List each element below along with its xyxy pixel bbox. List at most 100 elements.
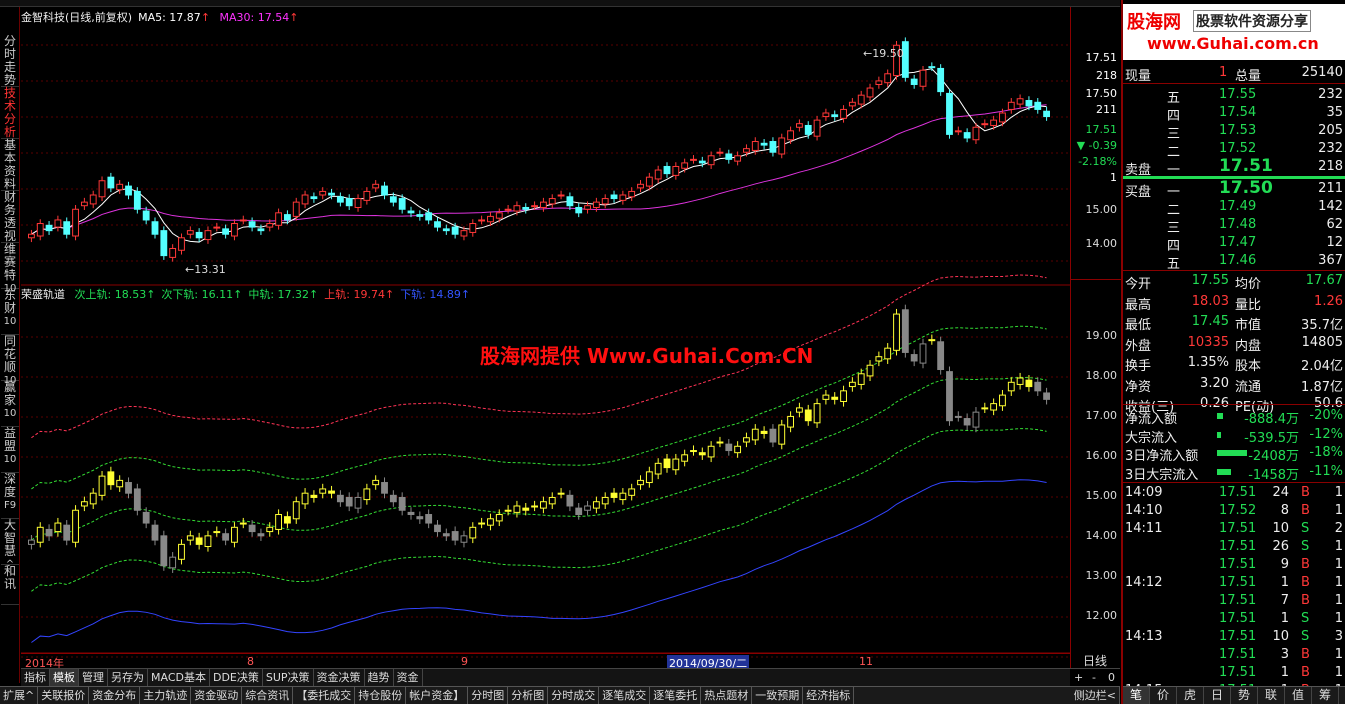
indicator-tab[interactable]: 指标 — [21, 669, 50, 686]
indicator-tab[interactable]: 管理 — [79, 669, 108, 686]
candle-body — [637, 183, 644, 189]
indicator-tab[interactable]: 资金决策 — [314, 669, 365, 686]
quote-tab[interactable]: 联 — [1258, 687, 1285, 704]
band-candle-body — [548, 496, 556, 505]
stat-value: 17.45 — [1191, 314, 1229, 329]
tick-count: 3 — [1334, 629, 1343, 644]
indicator-tab[interactable]: DDE决策 — [210, 669, 263, 686]
candle-body — [80, 201, 88, 207]
axis-divider — [1071, 279, 1121, 280]
candle-body — [460, 230, 468, 237]
band-candle-body — [239, 522, 247, 525]
band-candle-body — [381, 482, 388, 494]
tick-volume: 10 — [1272, 629, 1289, 644]
tick-volume: 1 — [1280, 611, 1289, 626]
indicator-tab[interactable]: 趋势 — [365, 669, 394, 686]
indicator-legend-item: 下轨: 14.89↑ — [400, 288, 471, 301]
bottom-toolbar-item[interactable]: 扩展^ — [0, 687, 39, 704]
quote-tab[interactable]: 笔 — [1123, 687, 1150, 704]
tick-price: 17.51 — [1219, 485, 1257, 500]
zoom-in-button[interactable]: + — [1074, 671, 1083, 684]
band-candle-body — [919, 343, 927, 364]
flow-bar — [1217, 413, 1223, 419]
bottom-toolbar-item[interactable]: 【委托成交 — [293, 687, 356, 704]
tick-volume: 26 — [1272, 539, 1289, 554]
bottom-toolbar-item[interactable]: 分时图 — [468, 687, 509, 704]
flow-value: -539.5万 — [1244, 430, 1299, 446]
nav-item-11[interactable]: 和讯 — [1, 565, 19, 605]
tick-row: 17.51 7 B 1 — [1123, 592, 1345, 610]
tick-volume: 1 — [1280, 665, 1289, 680]
bid-row: 五 17.46 367 — [1123, 252, 1345, 272]
nav-item-6[interactable]: 同花顺 10 — [1, 335, 19, 386]
indicator-tab[interactable]: SUP决策 — [263, 669, 314, 686]
bottom-toolbar-item[interactable]: 经济指标 — [803, 687, 855, 704]
upper-axis-label: 17.51 — [1085, 51, 1118, 64]
band-candle-body — [857, 373, 865, 385]
zoom-reset-button[interactable]: 0 — [1108, 671, 1115, 684]
bottom-toolbar-item[interactable]: 主力轨迹 — [140, 687, 192, 704]
candle-body — [743, 148, 750, 153]
bottom-toolbar-item[interactable]: 帐户资金】 — [406, 687, 469, 704]
bottom-toolbar-item[interactable]: 分析图 — [508, 687, 549, 704]
quote-tab[interactable]: 势 — [1231, 687, 1258, 704]
indicator-tab[interactable]: 另存为 — [108, 669, 148, 686]
bottom-toolbar-item[interactable]: 资金分布 — [89, 687, 141, 704]
bottom-toolbar-item[interactable]: 一致预期 — [752, 687, 804, 704]
kline-chart-svg — [21, 37, 1070, 658]
kline-chart-area[interactable]: 金智科技(日线,前复权) MA5: 17.87↑ MA30: 17.54↑ 荣盛轨… — [21, 7, 1070, 671]
candle-body — [672, 165, 680, 176]
stat-value: 2.04亿 — [1301, 359, 1343, 374]
nav-item-1[interactable]: 技术分析 — [1, 87, 19, 139]
nav-item-9[interactable]: 深度 F9 — [1, 473, 19, 519]
quote-tab[interactable]: 虎 — [1177, 687, 1204, 704]
flow-bar — [1217, 431, 1221, 438]
zoom-out-button[interactable]: - — [1092, 671, 1096, 684]
upper-axis-label: 17.51 — [1085, 123, 1118, 136]
quote-tab[interactable]: 值 — [1285, 687, 1312, 704]
candle-body — [928, 66, 936, 69]
band-candle-body — [248, 524, 256, 533]
indicator-tab[interactable]: 模板 — [50, 669, 79, 686]
nav-item-4[interactable]: 维赛特 10 — [1, 243, 19, 294]
nav-item-7[interactable]: 赢家 10 — [1, 381, 19, 427]
quote-tab[interactable]: 筹 — [1312, 687, 1339, 704]
nav-item-8[interactable]: 益盟 10 — [1, 427, 19, 473]
band-candle-body — [213, 531, 221, 534]
indicator-legend-item: 中轨: 17.32↑ — [248, 288, 319, 301]
bottom-toolbar-item[interactable]: 热点题材 — [701, 687, 753, 704]
bottom-toolbar-item[interactable]: 逐笔成交 — [599, 687, 651, 704]
nav-item-5[interactable]: 东财 10 — [1, 289, 19, 335]
quote-tab[interactable]: 日 — [1204, 687, 1231, 704]
band-candle-body — [345, 496, 353, 507]
nav-item-2[interactable]: 基本资料 — [1, 139, 19, 191]
quote-tab[interactable]: 价 — [1150, 687, 1177, 704]
band-candle-body — [963, 418, 971, 426]
tick-volume: 10 — [1272, 521, 1289, 536]
tick-time: 14:13 — [1125, 629, 1163, 644]
current-volume-value: 1 — [1219, 65, 1228, 80]
tick-side: B — [1301, 557, 1310, 572]
bottom-toolbar-item[interactable]: 侧边栏< — [1071, 687, 1120, 704]
bottom-toolbar-item[interactable]: 资金驱动 — [191, 687, 243, 704]
bottom-toolbar-item[interactable]: 关联报价 — [38, 687, 90, 704]
indicator-tab[interactable]: MACD基本 — [148, 669, 210, 686]
bottom-toolbar-item[interactable]: 持仓股份 — [355, 687, 407, 704]
bottom-toolbar-item[interactable]: 逐笔委托 — [650, 687, 702, 704]
band-candle-body — [893, 313, 900, 351]
band-candle-body — [275, 514, 282, 530]
bottom-toolbar-item[interactable]: 综合资讯 — [242, 687, 294, 704]
time-axis-label: 9 — [461, 655, 468, 668]
indicator-tab[interactable]: 资金 — [394, 669, 423, 686]
candle-body — [284, 214, 291, 221]
nav-item-10[interactable]: 大智慧 ^ — [1, 519, 19, 570]
band-candle-body — [363, 488, 371, 501]
bottom-toolbar-item[interactable]: 分时成交 — [548, 687, 600, 704]
nav-item-0[interactable]: 分时走势 — [1, 35, 19, 87]
nav-item-3[interactable]: 财务透视 — [1, 191, 19, 243]
tick-row: 17.51 9 B 1 — [1123, 556, 1345, 574]
band-candle-body — [822, 394, 830, 400]
flow-pct: -18% — [1309, 445, 1343, 460]
candle-body — [990, 119, 998, 126]
band-candle-body — [142, 511, 150, 524]
